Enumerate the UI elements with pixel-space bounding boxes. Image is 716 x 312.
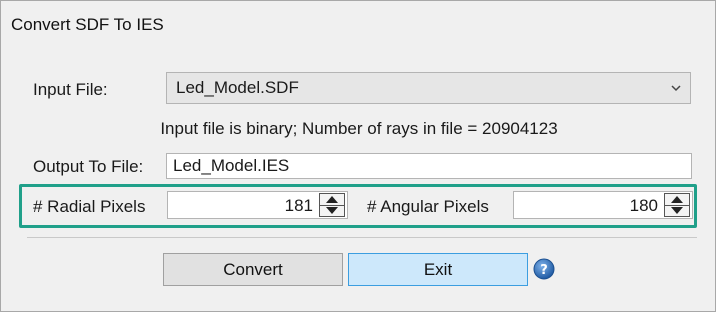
exit-button[interactable]: Exit: [348, 253, 528, 286]
dialog-title: Convert SDF To IES: [11, 15, 164, 34]
divider: [27, 237, 697, 238]
arrow-up-icon: [671, 196, 683, 203]
input-file-label: Input File:: [33, 80, 108, 99]
radial-pixels-value: 181: [284, 196, 313, 215]
arrow-up-icon: [326, 196, 338, 203]
arrow-down-icon: [326, 207, 338, 214]
angular-spin-buttons: [664, 193, 690, 217]
radial-spin-buttons: [319, 193, 345, 217]
output-file-field[interactable]: [166, 153, 692, 179]
convert-button[interactable]: Convert: [163, 253, 343, 286]
file-info-text: Input file is binary; Number of rays in …: [160, 119, 558, 138]
angular-pixels-value: 180: [629, 196, 658, 215]
convert-dialog: Convert SDF To IES Input File: Led_Model…: [0, 0, 716, 312]
angular-pixels-spinbox[interactable]: 180: [513, 191, 693, 219]
output-file-label: Output To File:: [33, 157, 144, 176]
arrow-down-icon: [671, 207, 683, 214]
svg-text:?: ?: [540, 263, 548, 278]
radial-pixels-label: # Radial Pixels: [33, 197, 146, 216]
radial-pixels-spinbox[interactable]: 181: [167, 191, 348, 219]
chevron-down-icon: [671, 85, 681, 92]
help-icon[interactable]: ?: [533, 258, 555, 280]
angular-decrement-button[interactable]: [665, 205, 689, 216]
input-file-selected: Led_Model.SDF: [176, 78, 299, 97]
angular-pixels-label: # Angular Pixels: [367, 197, 489, 216]
radial-decrement-button[interactable]: [320, 205, 344, 216]
input-file-dropdown[interactable]: Led_Model.SDF: [166, 72, 691, 104]
